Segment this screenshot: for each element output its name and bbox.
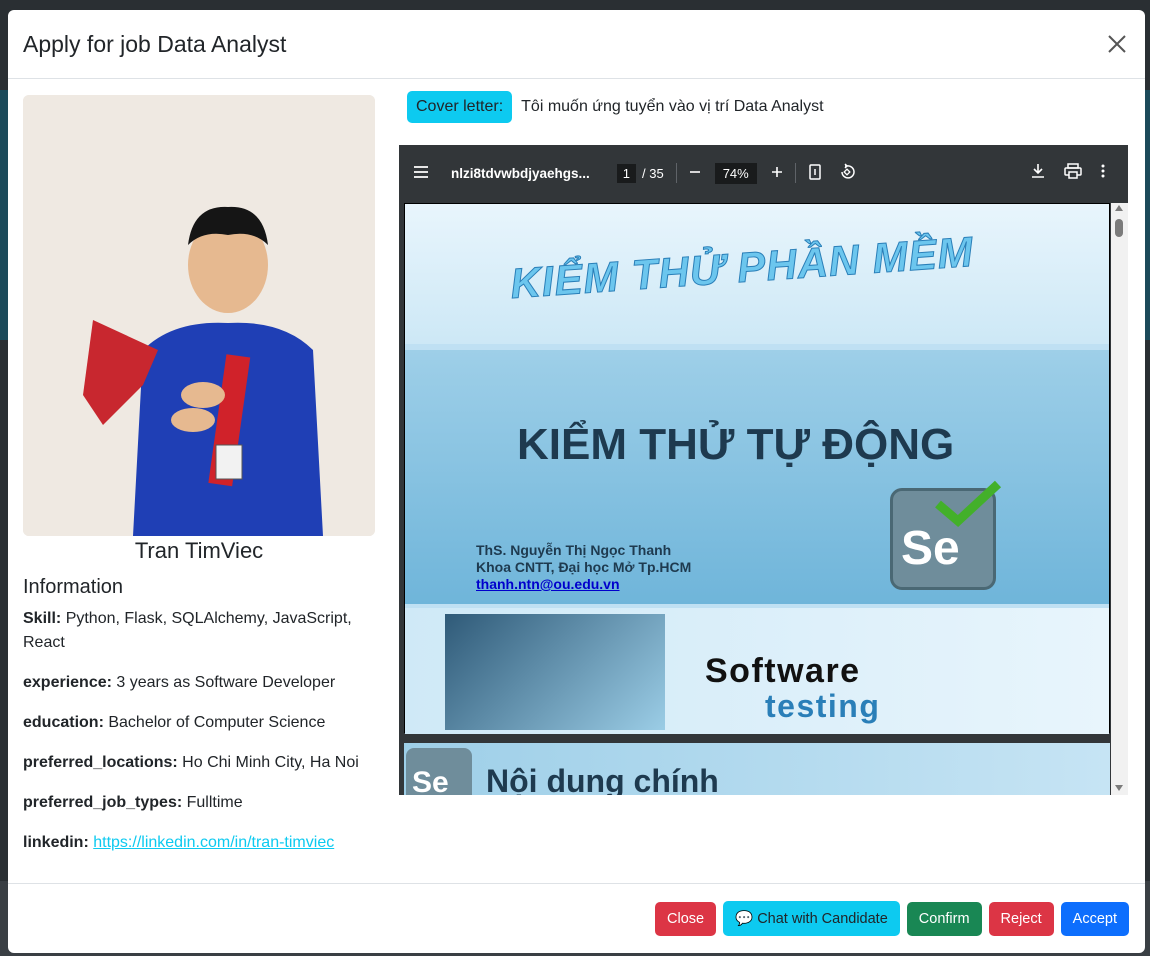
candidate-photo <box>23 95 375 536</box>
zoom-out-icon[interactable] <box>689 165 701 181</box>
info-label: education: <box>23 714 104 731</box>
info-label: preferred_locations: <box>23 754 178 771</box>
modal-title: Apply for job Data Analyst <box>23 30 287 57</box>
modal-footer: Close 💬 Chat with Candidate Confirm Reje… <box>8 883 1145 953</box>
slide-art-title: KIỂM THỬ PHẦN MỀM <box>508 227 975 308</box>
slide-software-text: Software <box>705 652 861 690</box>
scroll-down-icon[interactable] <box>1115 785 1123 791</box>
page-number-input[interactable]: 1 <box>616 163 637 183</box>
page-total: / 35 <box>642 165 664 181</box>
pdf-filename: nlzi8tdvwbdjyaehgs... <box>451 165 590 181</box>
info-preferred-locations: preferred_locations: Ho Chi Minh City, H… <box>23 751 375 775</box>
more-options-icon[interactable] <box>1100 163 1106 182</box>
slide-author-name: ThS. Nguyễn Thị Ngọc Thanh <box>476 542 672 558</box>
slide-main-band: KIỂM THỬ TỰ ĐỘNG ThS. Nguyễn Thị Ngọc Th… <box>405 350 1109 604</box>
selenium-logo-text: Se <box>901 522 960 575</box>
pdf-viewer: nlzi8tdvwbdjyaehgs... 1 / 35 74% KIỂM TH… <box>399 145 1128 795</box>
slide-header-band: KIỂM THỬ PHẦN MỀM <box>405 204 1109 344</box>
slide-testing-text: testing <box>765 688 881 724</box>
info-education: education: Bachelor of Computer Science <box>23 711 375 735</box>
application-panel: Cover letter: Tôi muốn ứng tuyển vào vị … <box>399 90 1128 795</box>
selenium-logo-icon: Se <box>890 480 1002 590</box>
print-icon[interactable] <box>1064 163 1082 182</box>
candidate-panel: Tran TimViec Information Skill: Python, … <box>23 95 375 855</box>
slide-author-block: ThS. Nguyễn Thị Ngọc Thanh Khoa CNTT, Đạ… <box>476 542 691 593</box>
cover-letter-text: Tôi muốn ứng tuyển vào vị trí Data Analy… <box>521 98 824 115</box>
cover-letter-badge: Cover letter: <box>407 91 513 123</box>
info-experience: experience: 3 years as Software Develope… <box>23 671 375 695</box>
info-label: Skill: <box>23 610 62 627</box>
fit-page-icon[interactable] <box>808 163 822 183</box>
chat-with-candidate-button[interactable]: 💬 Chat with Candidate <box>723 901 900 936</box>
selenium-logo-text: Se <box>412 766 449 795</box>
slide-main-title: KIỂM THỬ TỰ ĐỘNG <box>517 420 955 469</box>
pdf-scrollbar[interactable] <box>1111 203 1128 795</box>
rotate-icon[interactable] <box>838 162 856 184</box>
selenium-logo-icon: Se <box>406 748 472 795</box>
info-value: Bachelor of Computer Science <box>108 714 326 731</box>
scroll-thumb[interactable] <box>1115 219 1123 237</box>
slide-author-email: thanh.ntn@ou.edu.vn <box>476 576 620 592</box>
modal-body: Tran TimViec Information Skill: Python, … <box>8 80 1145 883</box>
slide-2-title: Nội dung chính <box>486 763 719 795</box>
info-value: Ho Chi Minh City, Ha Noi <box>182 754 359 771</box>
cover-letter-row: Cover letter: Tôi muốn ứng tuyển vào vị … <box>407 90 1128 124</box>
toolbar-divider <box>675 163 677 183</box>
info-value: Fulltime <box>186 794 243 811</box>
close-icon[interactable] <box>1104 31 1130 57</box>
slide-bottom-image <box>445 614 665 730</box>
pdf-page-2: Se Nội dung chính <box>404 743 1110 795</box>
slide-bottom-band: Software testing <box>405 608 1109 734</box>
accept-button[interactable]: Accept <box>1060 901 1129 936</box>
slide-author-affiliation: Khoa CNTT, Đại học Mở Tp.HCM <box>476 559 692 575</box>
info-value: 3 years as Software Developer <box>116 674 336 691</box>
candidate-name: Tran TimViec <box>134 538 264 563</box>
info-value: Python, Flask, SQLAlchemy, JavaScript, R… <box>23 610 352 651</box>
zoom-in-icon[interactable] <box>771 165 783 181</box>
pdf-page-1: KIỂM THỬ PHẦN MỀM KIỂM THỬ TỰ ĐỘNG ThS. … <box>404 203 1110 734</box>
info-label: preferred_job_types: <box>23 794 183 811</box>
info-label: linkedin: <box>23 834 89 851</box>
zoom-input[interactable]: 74% <box>714 162 757 184</box>
menu-icon[interactable] <box>413 165 429 182</box>
info-linkedin: linkedin: https://linkedin.com/in/tran-t… <box>23 831 375 855</box>
scroll-up-icon[interactable] <box>1115 205 1123 211</box>
modal-header: Apply for job Data Analyst <box>8 10 1145 79</box>
pdf-toolbar-actions <box>1030 163 1106 182</box>
close-button[interactable]: Close <box>655 901 717 936</box>
apply-modal: Apply for job Data Analyst Tran TimViec … <box>8 10 1145 953</box>
info-preferred-job-types: preferred_job_types: Fulltime <box>23 791 375 815</box>
background-strip <box>0 90 8 340</box>
pdf-toolbar: nlzi8tdvwbdjyaehgs... 1 / 35 74% <box>399 145 1128 201</box>
info-skill: Skill: Python, Flask, SQLAlchemy, JavaSc… <box>23 607 375 655</box>
pdf-page-area[interactable]: KIỂM THỬ PHẦN MỀM KIỂM THỬ TỰ ĐỘNG ThS. … <box>404 203 1110 795</box>
linkedin-link[interactable]: https://linkedin.com/in/tran-timviec <box>93 834 334 851</box>
download-icon[interactable] <box>1030 163 1046 182</box>
info-label: experience: <box>23 674 112 691</box>
toolbar-divider <box>794 163 796 183</box>
information-heading: Information <box>23 576 124 598</box>
confirm-button[interactable]: Confirm <box>906 901 982 936</box>
reject-button[interactable]: Reject <box>988 901 1054 936</box>
